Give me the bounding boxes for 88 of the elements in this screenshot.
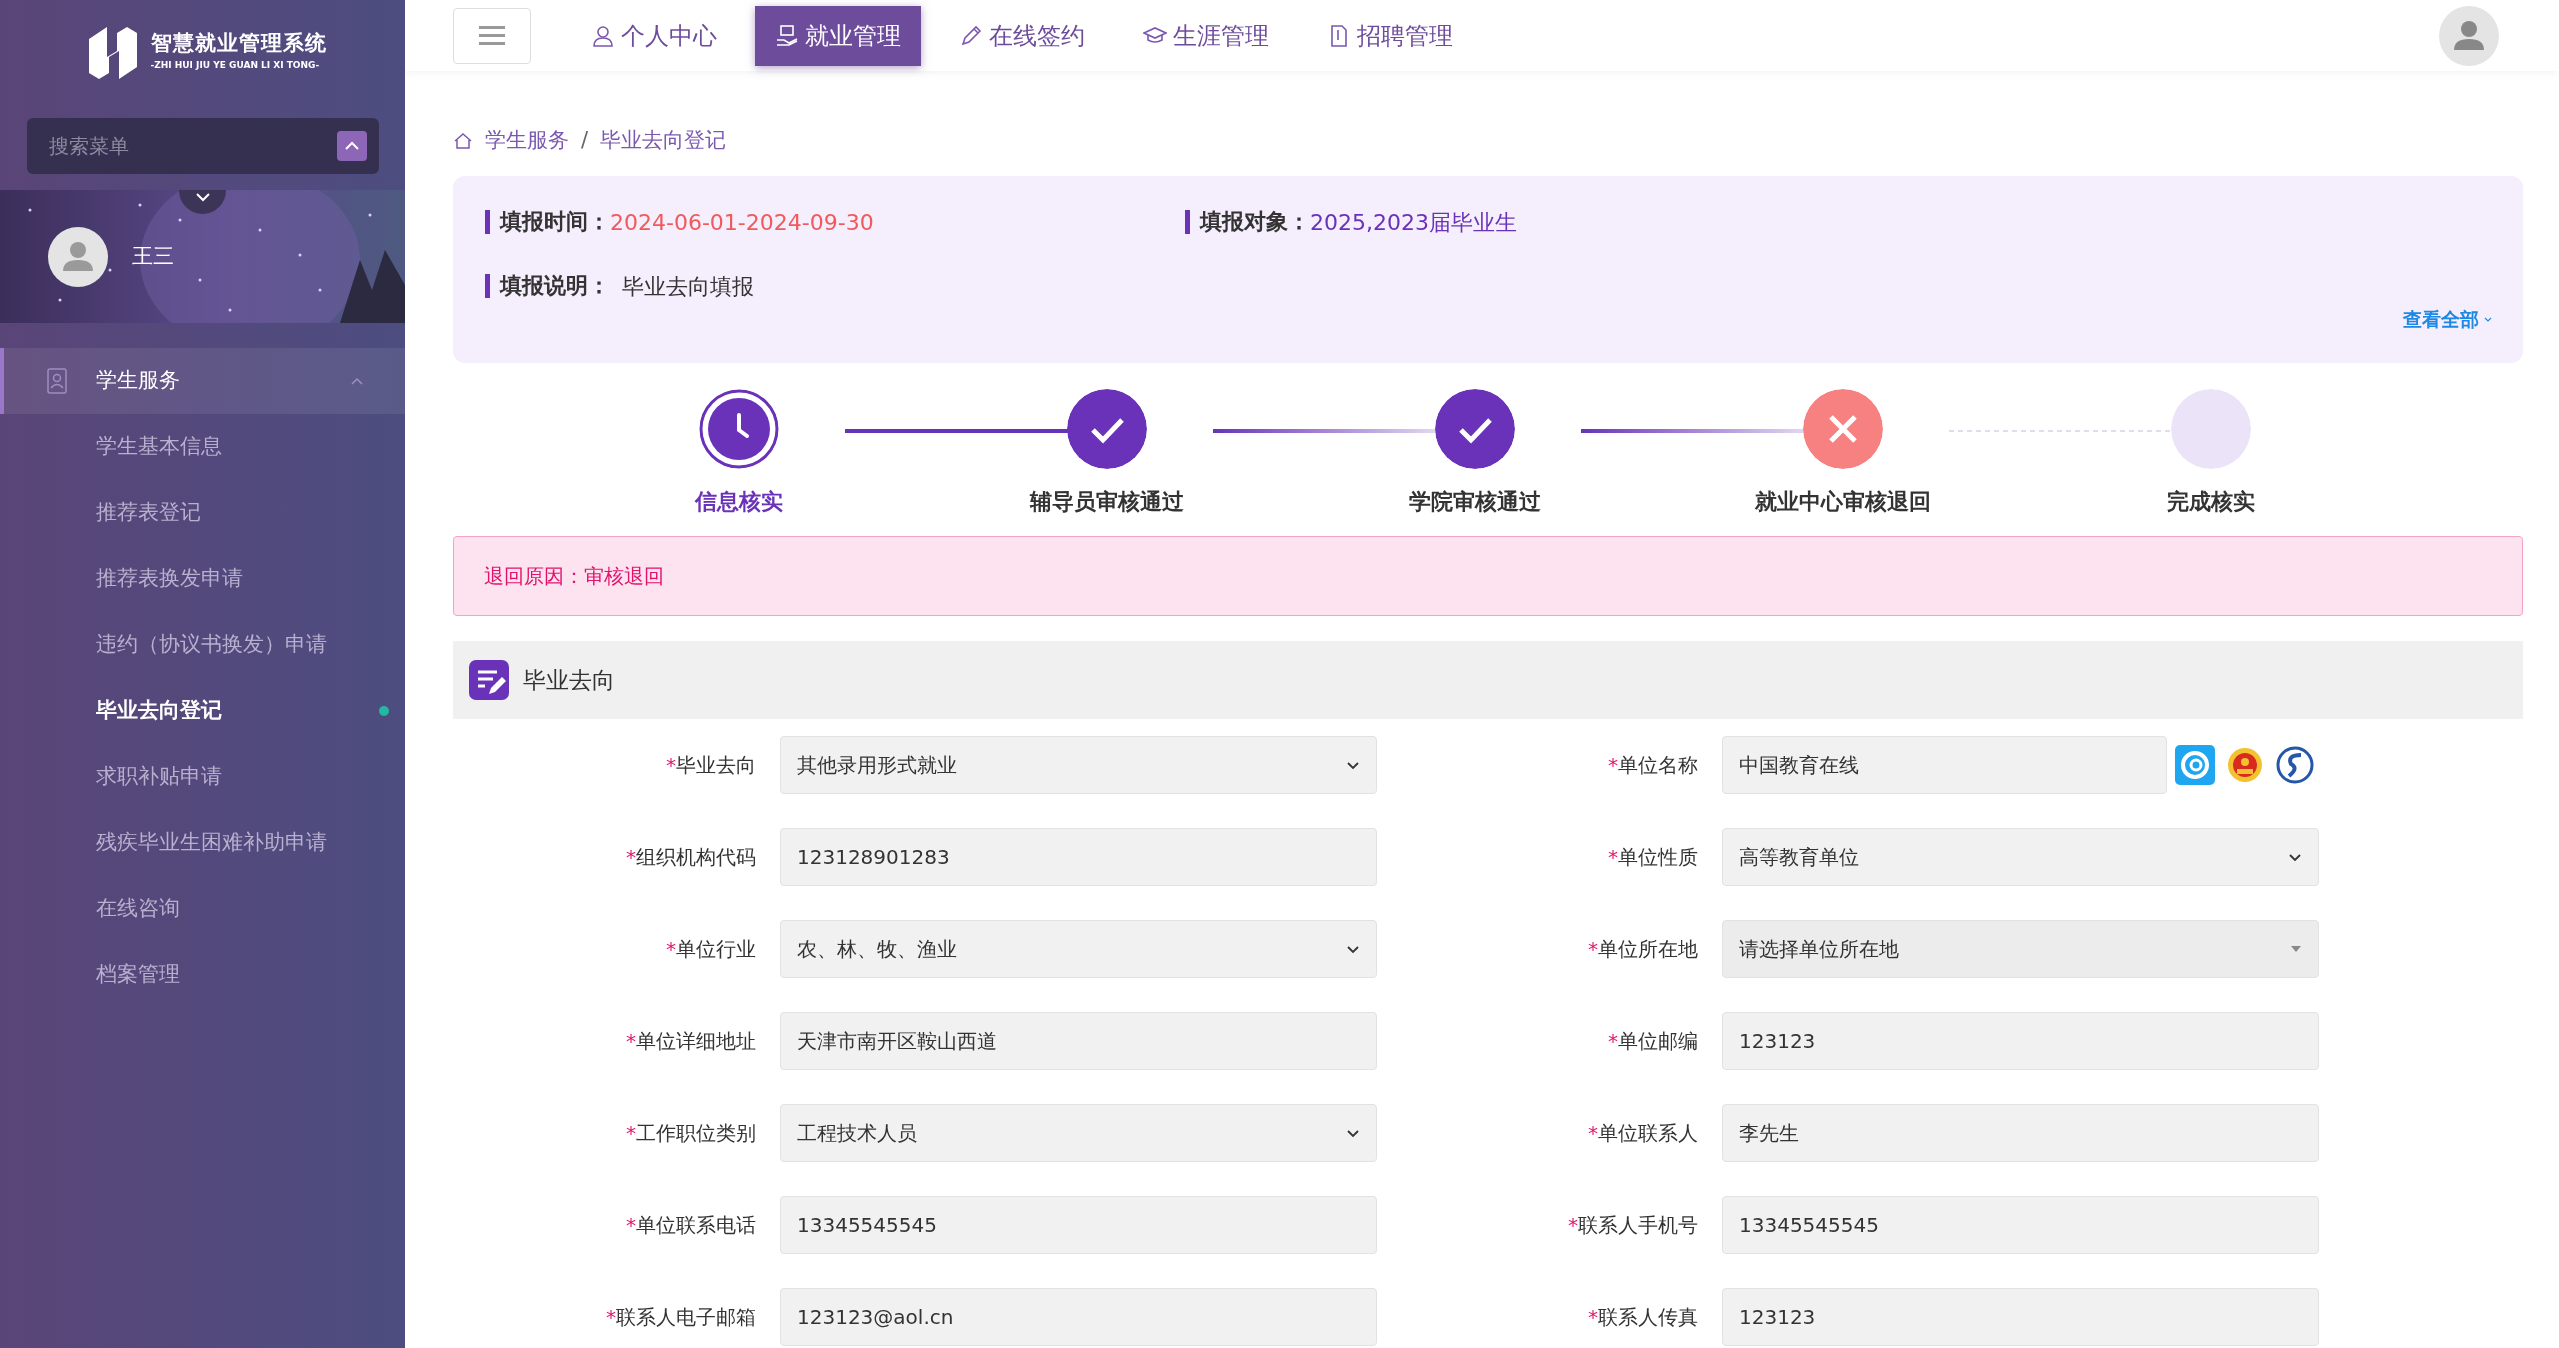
input-field[interactable]: 123123 [1722, 1288, 2319, 1346]
menu-item[interactable]: 残疾毕业生困难补助申请 [0, 810, 405, 876]
breadcrumb-separator: / [581, 127, 589, 155]
pencil-icon [959, 23, 983, 48]
emblem-icon [2225, 745, 2265, 785]
id-card-icon [46, 368, 68, 394]
field-label: 填报对象： [1185, 209, 1310, 235]
menu-icon [479, 26, 505, 45]
select-field[interactable]: 高等教育单位 [1722, 828, 2319, 886]
chevron-down-icon [1346, 943, 1360, 955]
menu-button[interactable] [453, 7, 531, 64]
search-field[interactable]: 搜索菜单 [27, 118, 379, 174]
field-label: *单位所在地 [1587, 936, 1699, 963]
field-value: 2024-06-01-2024-09-30 [610, 208, 874, 237]
input-field[interactable]: 13345545545 [1722, 1196, 2319, 1254]
field-label: *组织机构代码 [625, 844, 757, 871]
circle-logo-icon [2275, 745, 2315, 785]
check-step-icon [1067, 389, 1147, 469]
step-label: 信息核实 [695, 488, 783, 516]
menu-item[interactable]: 推荐表登记 [0, 480, 405, 546]
field-label: *单位性质 [1607, 844, 1699, 871]
field-label: *单位联系人 [1587, 1120, 1699, 1147]
cross-step-icon [1803, 389, 1883, 469]
step-label: 就业中心审核退回 [1755, 488, 1931, 516]
pending-step-icon [2171, 389, 2251, 469]
edit-form-icon [469, 660, 509, 700]
logo-subtitle: -ZHI HUI JIU YE GUAN LI XI TONG- [150, 59, 321, 72]
input-field[interactable]: 李先生 [1722, 1104, 2319, 1162]
step-label: 辅导员审核通过 [1030, 488, 1184, 516]
nav-tab[interactable]: 招聘管理 [1307, 5, 1473, 66]
menu-item[interactable]: 在线咨询 [0, 876, 405, 942]
input-field[interactable]: 123123@aol.cn [780, 1288, 1377, 1346]
breadcrumb-link[interactable]: 学生服务 [485, 125, 569, 157]
select-field[interactable]: 农、林、牧、渔业 [780, 920, 1377, 978]
select-field[interactable]: 其他录用形式就业 [780, 736, 1377, 794]
home-icon [453, 131, 473, 151]
nav-tab[interactable]: 个人中心 [571, 5, 737, 66]
user-icon [591, 23, 615, 48]
location-picker[interactable]: 请选择单位所在地 [1722, 920, 2319, 978]
input-field[interactable]: 123128901283 [780, 828, 1377, 886]
input-field[interactable]: 123123 [1722, 1012, 2319, 1070]
menu-item[interactable]: 档案管理 [0, 942, 405, 1008]
field-label: *单位联系电话 [625, 1212, 757, 1239]
field-label: *单位名称 [1607, 752, 1699, 779]
caret-icon [2290, 944, 2302, 954]
field-label: *联系人手机号 [1567, 1212, 1699, 1239]
field-label: *毕业去向 [665, 752, 757, 779]
avatar-icon [48, 226, 108, 287]
section-title: 毕业去向 [523, 665, 615, 695]
breadcrumb-link[interactable]: 毕业去向登记 [600, 125, 727, 157]
active-dot [379, 706, 389, 716]
step-label: 学院审核通过 [1409, 488, 1541, 516]
nav-tab[interactable]: 就业管理 [755, 5, 921, 66]
field-label: *单位行业 [665, 936, 757, 963]
menu-group[interactable]: 学生服务 [0, 348, 405, 414]
menu-item[interactable]: 推荐表换发申请 [0, 546, 405, 612]
field-label: *联系人传真 [1587, 1304, 1699, 1331]
menu-item[interactable]: 毕业去向登记 [0, 678, 405, 744]
menu-item[interactable]: 求职补贴申请 [0, 744, 405, 810]
field-label: 填报说明： [485, 273, 610, 299]
logo-title: 智慧就业管理系统 [150, 29, 327, 57]
menu-item[interactable]: 学生基本信息 [0, 414, 405, 480]
menu-item[interactable]: 违约（协议书换发）申请 [0, 612, 405, 678]
reject-reason: 退回原因：审核退回 [484, 563, 664, 590]
user-name: 王三 [132, 242, 174, 270]
field-label: 填报时间： [485, 209, 610, 235]
hand-box-icon [775, 23, 799, 48]
avatar-icon [2439, 5, 2499, 66]
field-label: *单位详细地址 [625, 1028, 757, 1055]
field-value: 2025,2023届毕业生 [1310, 208, 1517, 237]
clock-step-icon [699, 389, 779, 469]
check-step-icon [1435, 389, 1515, 469]
input-field[interactable]: 中国教育在线 [1722, 736, 2167, 794]
nav-tab[interactable]: 在线签约 [939, 5, 1105, 66]
chevron-down-icon [1346, 759, 1360, 771]
step-label: 完成核实 [2167, 488, 2255, 516]
chevron-down-icon [2288, 851, 2302, 863]
field-value: 毕业去向填报 [622, 272, 754, 301]
field-label: *单位邮编 [1607, 1028, 1699, 1055]
input-field[interactable]: 天津市南开区鞍山西道 [780, 1012, 1377, 1070]
field-label: *联系人电子邮箱 [605, 1304, 757, 1331]
select-field[interactable]: 工程技术人员 [780, 1104, 1377, 1162]
input-field[interactable]: 13345545545 [780, 1196, 1377, 1254]
nav-tab[interactable]: 生涯管理 [1123, 5, 1289, 66]
collapse-button[interactable] [337, 131, 367, 161]
field-label: *工作职位类别 [625, 1120, 757, 1147]
chevron-down-icon [1346, 1127, 1360, 1139]
search-site-icon [2175, 745, 2215, 785]
